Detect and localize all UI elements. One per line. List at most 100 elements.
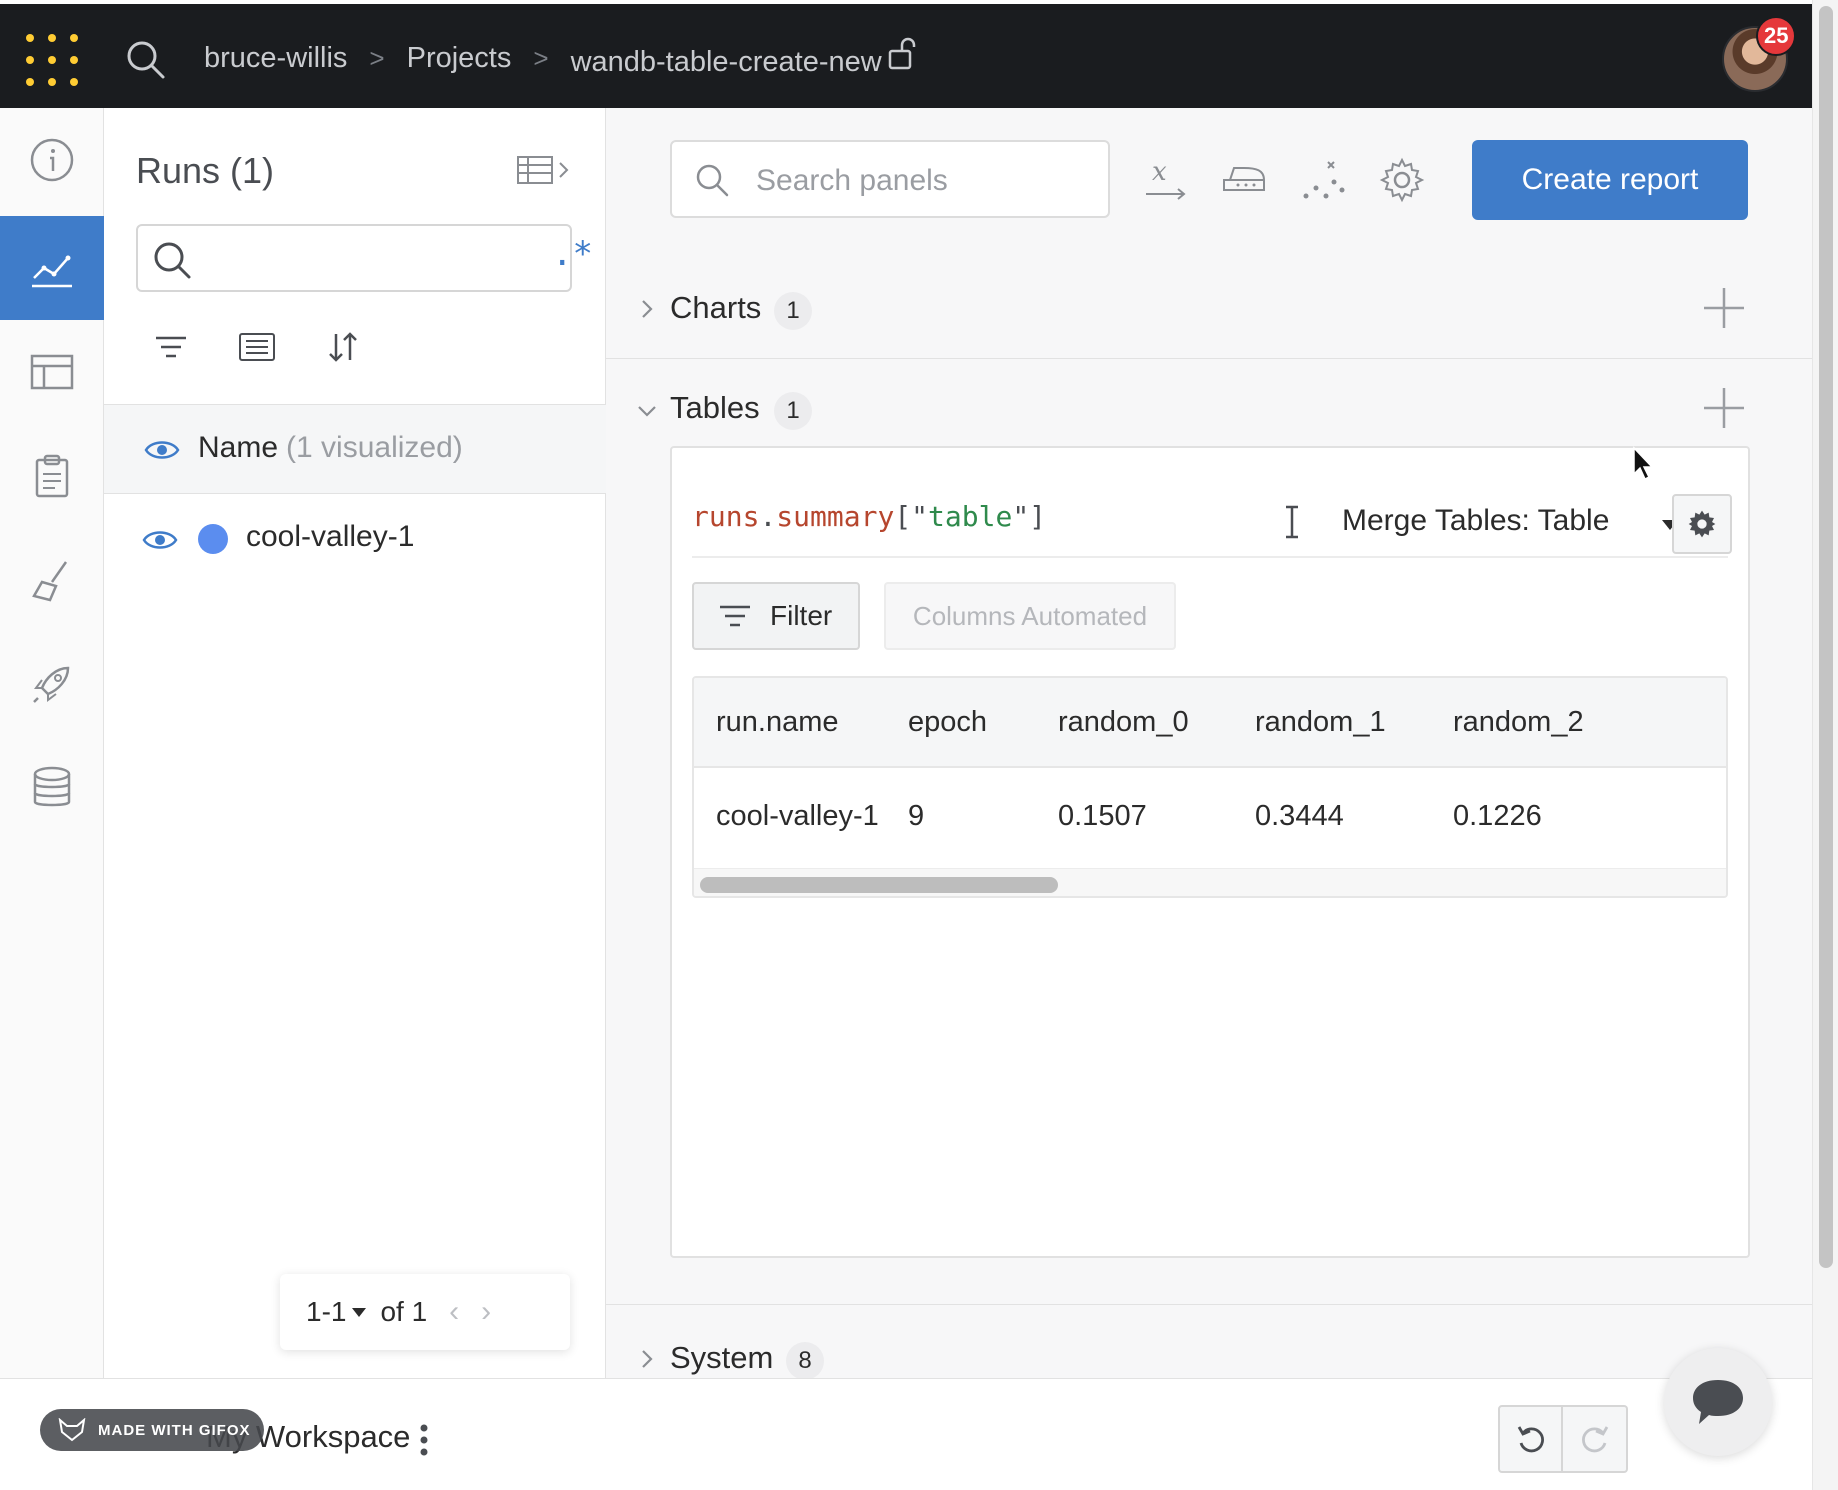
merge-tables-select[interactable]: Merge Tables: Table bbox=[1342, 504, 1609, 538]
nav-artifacts[interactable] bbox=[0, 736, 104, 840]
add-panel-icon[interactable] bbox=[1700, 384, 1748, 432]
page-range-select[interactable]: 1-1 bbox=[306, 1296, 346, 1328]
column-header[interactable]: random_1 bbox=[1255, 706, 1386, 739]
expression-underline bbox=[692, 556, 1728, 558]
filter-icon[interactable] bbox=[152, 328, 190, 366]
section-count: 1 bbox=[774, 392, 812, 430]
project-name: wandb-table-create-new bbox=[570, 46, 882, 78]
visualized-count: (1 visualized) bbox=[286, 431, 463, 464]
runs-search-input[interactable] bbox=[202, 236, 502, 282]
settings-gear-icon[interactable] bbox=[1378, 156, 1426, 204]
table-cell: 0.1226 bbox=[1453, 800, 1542, 832]
nav-reports[interactable] bbox=[0, 424, 104, 528]
chevron-down-icon[interactable] bbox=[636, 400, 658, 422]
eye-icon[interactable] bbox=[144, 438, 180, 462]
section-system[interactable]: System 8 bbox=[606, 1304, 1812, 1380]
chevron-right-icon[interactable] bbox=[636, 298, 658, 320]
panel-search-box[interactable]: Search panels bbox=[670, 140, 1110, 218]
x-axis-settings-icon[interactable]: x bbox=[1142, 156, 1190, 204]
top-bar: bruce-willis > Projects > wandb-table-cr… bbox=[0, 4, 1812, 108]
section-title[interactable]: Tables bbox=[670, 390, 760, 426]
gear-icon bbox=[1688, 510, 1716, 538]
nav-overview[interactable] bbox=[0, 108, 104, 212]
nav-sweeps[interactable] bbox=[0, 528, 104, 632]
chevron-down-icon[interactable] bbox=[352, 1307, 367, 1317]
bottom-bar: My Workspace MADE WITH GIFOX bbox=[0, 1378, 1812, 1490]
info-icon bbox=[30, 138, 74, 182]
column-header[interactable]: random_2 bbox=[1453, 706, 1584, 739]
expr-summary: summary bbox=[776, 500, 895, 533]
section-count: 8 bbox=[786, 1342, 824, 1380]
group-list-icon[interactable] bbox=[238, 328, 276, 366]
table-cell: 0.3444 bbox=[1255, 800, 1344, 832]
regex-toggle[interactable]: .* bbox=[552, 234, 593, 274]
table-icon bbox=[30, 354, 74, 390]
redo-button[interactable] bbox=[1563, 1405, 1628, 1473]
breadcrumb-entity[interactable]: bruce-willis bbox=[204, 42, 347, 75]
unlocked-icon[interactable] bbox=[888, 37, 916, 71]
panel-settings-button[interactable] bbox=[1672, 494, 1732, 554]
prev-page-button[interactable]: ‹ bbox=[449, 1295, 459, 1329]
data-table: run.name epoch random_0 random_1 random_… bbox=[692, 676, 1728, 898]
support-chat-button[interactable] bbox=[1664, 1348, 1772, 1456]
runs-title: Runs (1) bbox=[136, 150, 275, 191]
vertical-scrollbar-thumb[interactable] bbox=[1819, 6, 1833, 1268]
expr-dot: . bbox=[759, 500, 777, 533]
expr-key: table bbox=[928, 500, 1013, 533]
notification-badge[interactable]: 25 bbox=[1756, 16, 1797, 56]
run-row[interactable]: cool-valley-1 bbox=[104, 496, 606, 584]
filter-button[interactable]: Filter bbox=[692, 582, 860, 650]
chevron-right-icon[interactable] bbox=[636, 1348, 658, 1370]
nav-launch[interactable] bbox=[0, 632, 104, 736]
filter-label: Filter bbox=[770, 600, 833, 631]
sort-icon[interactable] bbox=[324, 328, 362, 366]
nav-table[interactable] bbox=[0, 320, 104, 424]
horizontal-scrollbar-thumb[interactable] bbox=[700, 877, 1058, 893]
left-nav bbox=[0, 108, 104, 1378]
runs-table-header: Name (1 visualized) bbox=[104, 404, 606, 494]
search-icon bbox=[696, 164, 729, 197]
svg-text:x: x bbox=[1152, 157, 1167, 187]
section-title: System bbox=[670, 1340, 774, 1375]
nav-workspace-charts[interactable] bbox=[0, 216, 104, 320]
runs-toolbar bbox=[152, 328, 362, 366]
table-header-row: run.name epoch random_0 random_1 random_… bbox=[694, 678, 1726, 768]
eye-icon[interactable] bbox=[142, 528, 178, 552]
undo-button[interactable] bbox=[1498, 1405, 1563, 1473]
breadcrumb-project[interactable]: wandb-table-create-new bbox=[571, 37, 916, 79]
report-icon bbox=[35, 454, 69, 498]
column-header[interactable]: run.name bbox=[716, 706, 839, 739]
gifox-watermark: MADE WITH GIFOX bbox=[40, 1409, 264, 1451]
table-cell: 0.1507 bbox=[1058, 800, 1147, 832]
table-cell: 9 bbox=[908, 800, 925, 832]
table-panel: runs.summary["table"] Merge Tables: Tabl… bbox=[670, 446, 1750, 1258]
next-page-button[interactable]: › bbox=[481, 1295, 491, 1329]
columns-automated-button[interactable]: Columns Automated bbox=[884, 582, 1176, 650]
fox-logo-icon bbox=[58, 1418, 86, 1442]
search-icon[interactable] bbox=[124, 38, 166, 80]
section-charts[interactable]: Charts 1 bbox=[606, 258, 1812, 358]
add-panel-icon[interactable] bbox=[1700, 284, 1748, 332]
column-header[interactable]: random_0 bbox=[1058, 706, 1189, 739]
column-header[interactable]: epoch bbox=[908, 706, 987, 739]
outliers-scatter-icon[interactable] bbox=[1300, 156, 1348, 204]
wandb-logo-icon[interactable] bbox=[26, 34, 78, 86]
launch-rocket-icon bbox=[33, 666, 70, 703]
redo-icon bbox=[1581, 1426, 1608, 1453]
weave-expression[interactable]: runs.summary["table"] bbox=[692, 500, 1046, 533]
smoothing-iron-icon[interactable] bbox=[1220, 156, 1268, 204]
runs-panel: Runs (1) .* Name (1 visualized) cool-vall… bbox=[104, 108, 606, 1378]
create-report-button[interactable]: Create report bbox=[1472, 140, 1748, 220]
expr-runs: runs bbox=[692, 500, 760, 533]
expand-runs-table-icon[interactable] bbox=[516, 154, 572, 186]
run-name[interactable]: cool-valley-1 bbox=[246, 520, 414, 554]
vertical-scrollbar[interactable] bbox=[1812, 0, 1838, 1490]
more-vertical-icon[interactable] bbox=[418, 1423, 430, 1457]
section-title: Charts bbox=[670, 290, 762, 325]
name-column-header[interactable]: Name (1 visualized) bbox=[198, 431, 463, 465]
runs-search-box: .* bbox=[136, 224, 593, 292]
horizontal-scrollbar[interactable] bbox=[694, 868, 1726, 896]
run-color-dot[interactable] bbox=[198, 524, 228, 554]
breadcrumb-projects[interactable]: Projects bbox=[407, 42, 512, 75]
chat-bubble-icon bbox=[1693, 1380, 1743, 1424]
